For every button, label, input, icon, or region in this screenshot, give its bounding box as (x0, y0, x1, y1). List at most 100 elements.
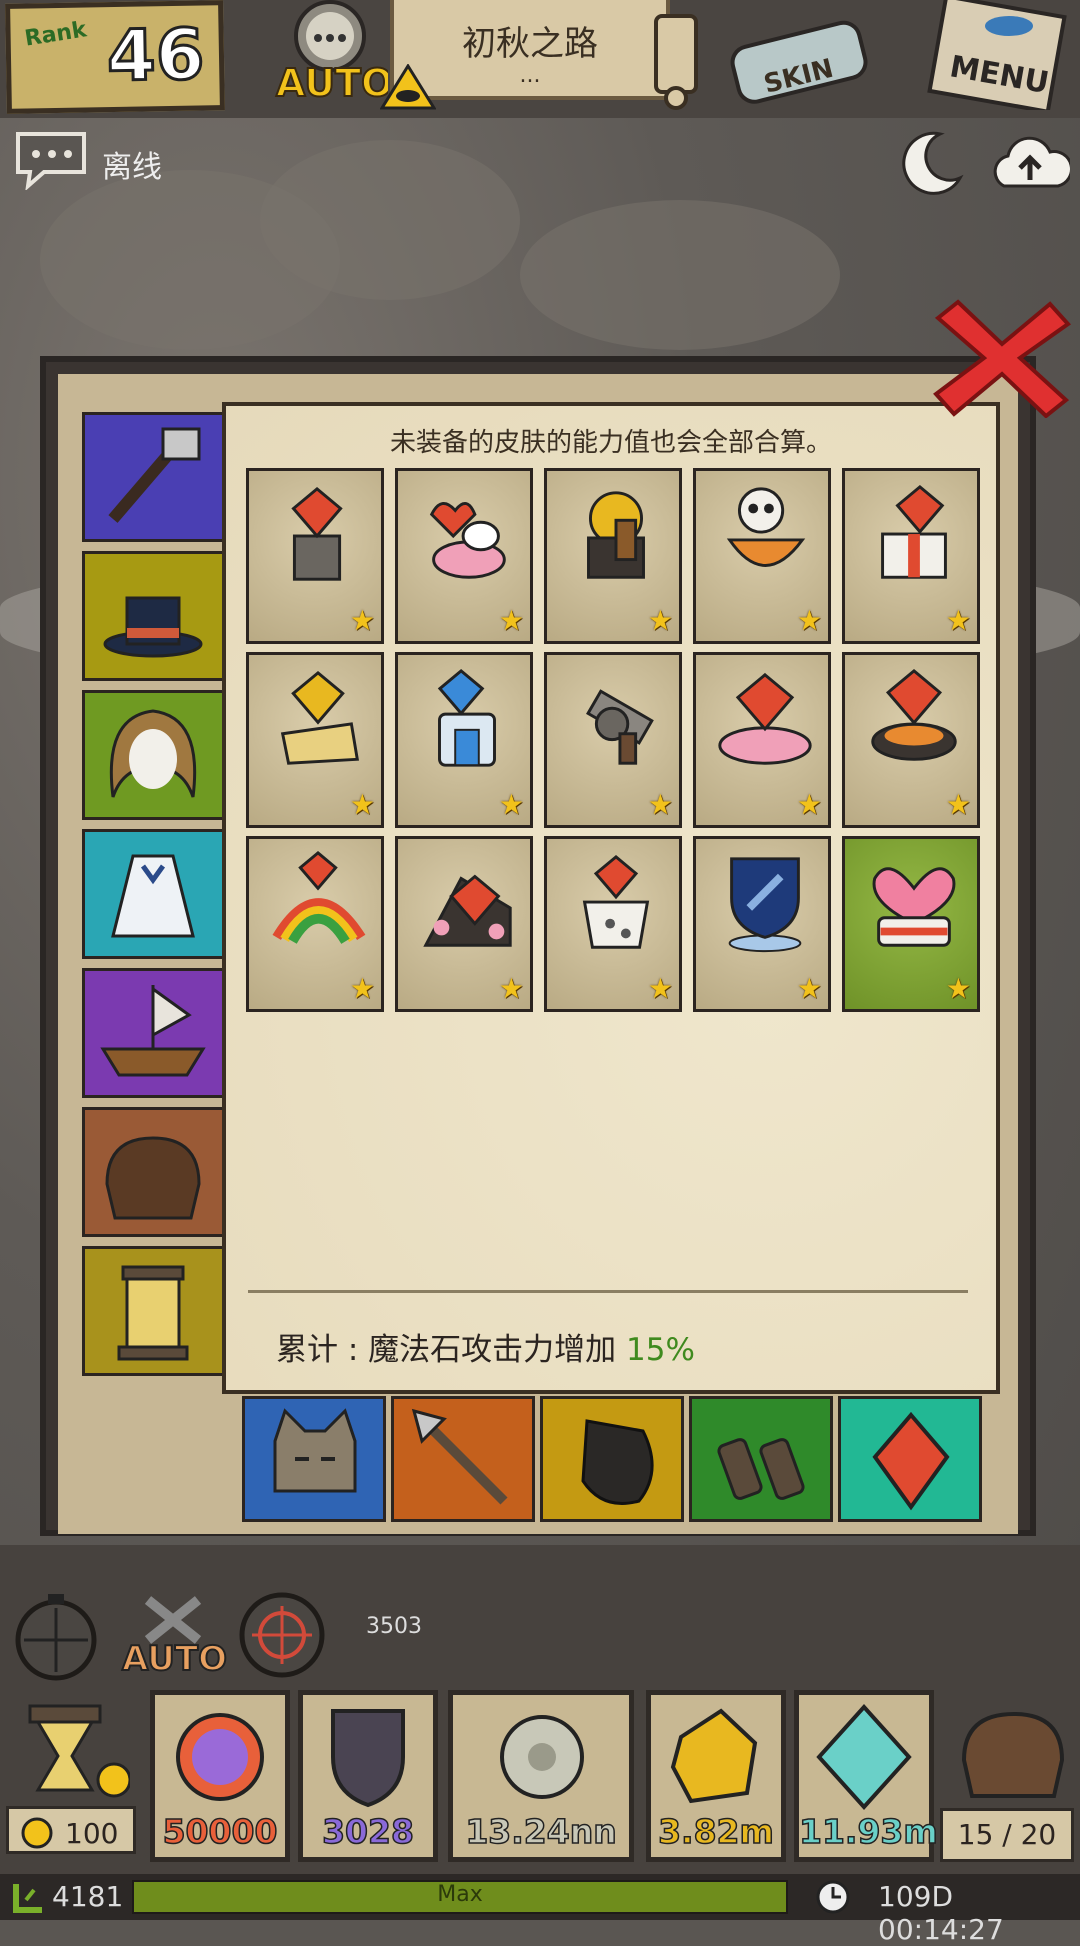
skin-slot[interactable]: ★ (395, 468, 533, 644)
crystal-bowl-icon (871, 668, 957, 761)
hair-icon (109, 709, 197, 798)
star-icon: ★ (945, 604, 971, 637)
diamond-value: 11.93m (798, 1811, 938, 1852)
skin-slot[interactable]: ★ (693, 836, 831, 1012)
stage-title: 初秋之路 (462, 24, 598, 64)
dress-icon (111, 854, 195, 938)
left-tab[interactable] (82, 968, 232, 1098)
star-icon: ★ (498, 788, 524, 821)
dark-shield-value: 3028 (321, 1811, 414, 1852)
cup-crystal-icon (582, 854, 650, 949)
xp-label: Max (437, 1882, 483, 1907)
hourglass-icon[interactable] (10, 1700, 132, 1810)
skin-button[interactable]: SKIN (720, 4, 890, 104)
binoculars-icon (717, 1438, 805, 1500)
skin-slot[interactable]: ★ (246, 468, 384, 644)
bag-icon[interactable] (950, 1700, 1076, 1806)
lantern-icon (117, 1265, 189, 1361)
satchel-icon (105, 1136, 201, 1220)
left-tab[interactable] (82, 829, 232, 959)
star-icon: ★ (349, 972, 375, 1005)
skin-slot[interactable]: ★ (842, 836, 980, 1012)
auto-label: AUTO (276, 61, 388, 105)
gold-crystal-book-icon (280, 670, 360, 765)
compass-icon[interactable] (14, 1588, 98, 1682)
gift-crystal-icon (881, 484, 947, 579)
left-tab[interactable] (82, 412, 232, 542)
energy-icon (21, 1817, 53, 1849)
chat-status: 离线 (102, 150, 162, 185)
skull-cauldron-icon (726, 487, 806, 567)
star-icon: ★ (945, 788, 971, 821)
night-shield-icon (728, 857, 802, 953)
energy-value: 100 (65, 1817, 119, 1850)
auto-robot-icon: AUTO (275, 0, 394, 106)
magic-orb-value: 50000 (162, 1811, 278, 1852)
moon-icon[interactable] (896, 128, 966, 198)
bottom-tab[interactable] (242, 1396, 386, 1522)
diamond-icon (816, 1704, 912, 1810)
skin-slot[interactable]: ★ (842, 652, 980, 828)
skins-hint: 未装备的皮肤的能力值也会全部合算。 (389, 428, 832, 458)
left-tab[interactable] (82, 551, 232, 681)
auto-battle-label: AUTO (122, 1639, 227, 1679)
star-icon: ★ (647, 972, 673, 1005)
bottom-tab[interactable] (391, 1396, 535, 1522)
scroll-icon[interactable] (646, 10, 706, 110)
star-icon: ★ (796, 604, 822, 637)
gold-nugget-icon (670, 1708, 758, 1804)
skin-slot[interactable]: ★ (693, 468, 831, 644)
close-button[interactable] (928, 298, 1074, 419)
star-icon: ★ (498, 604, 524, 637)
boat-icon (100, 985, 206, 1077)
gold-cannon-icon (587, 491, 645, 579)
skin-slot[interactable]: ★ (693, 652, 831, 828)
skin-slot[interactable]: ★ (544, 836, 682, 1012)
bottom-tab[interactable] (540, 1396, 684, 1522)
heart-cake-icon (872, 867, 956, 947)
auto-button[interactable]: AUTO (268, 0, 394, 110)
skin-slot[interactable]: ★ (842, 468, 980, 644)
close-icon (933, 299, 1071, 419)
target-icon[interactable] (234, 1590, 330, 1680)
top-hat-icon (103, 596, 203, 658)
left-tab[interactable] (82, 1107, 232, 1237)
diamond-resource[interactable]: 11.93m (794, 1690, 939, 1862)
divider (248, 1290, 968, 1293)
rainbow-crystal-icon (272, 851, 366, 944)
skin-slot[interactable]: ★ (246, 836, 384, 1012)
gold-nugget-resource[interactable]: 3.82m (646, 1690, 786, 1862)
star-icon: ★ (647, 604, 673, 637)
auto-battle-button[interactable]: AUTO (118, 1580, 228, 1680)
skin-slot[interactable]: ★ (395, 652, 533, 828)
skin-slot[interactable]: ★ (395, 836, 533, 1012)
magic-orb-icon (176, 1713, 264, 1801)
cloud-upload-icon[interactable] (990, 130, 1073, 194)
star-icon: ★ (945, 972, 971, 1005)
magic-orb-resource[interactable]: 50000 (150, 1690, 290, 1862)
rank-value: 46 (105, 12, 207, 99)
chat-icon[interactable] (14, 130, 88, 192)
sakura-crystal-icon (423, 874, 512, 947)
star-icon: ★ (796, 788, 822, 821)
silver-gear-resource[interactable]: 13.24nn (448, 1690, 634, 1862)
bottom-tab[interactable] (838, 1396, 982, 1522)
skin-slot[interactable]: ★ (246, 652, 384, 828)
clock-icon (814, 1878, 852, 1916)
arrow-icon (411, 1408, 508, 1505)
total-bonus-label: 累计 : 魔法石攻击力增加 (276, 1332, 627, 1368)
silver-gear-icon (500, 1715, 584, 1799)
skin-slot[interactable]: ★ (544, 652, 682, 828)
total-bonus-value: 15% (626, 1332, 695, 1368)
menu-button[interactable]: MENU (925, 0, 1075, 115)
rank-label: Rank (23, 17, 89, 52)
level-value: 4181 (52, 1880, 124, 1913)
left-tab[interactable] (82, 690, 232, 820)
skin-slot[interactable]: ★ (544, 468, 682, 644)
level-icon (12, 1880, 46, 1914)
bottom-tab[interactable] (689, 1396, 833, 1522)
energy-counter: 100 (6, 1806, 136, 1854)
play-timer: 109D 00:14:27 (878, 1880, 1004, 1946)
left-tab[interactable] (82, 1246, 232, 1376)
dark-shield-resource[interactable]: 3028 (298, 1690, 438, 1862)
